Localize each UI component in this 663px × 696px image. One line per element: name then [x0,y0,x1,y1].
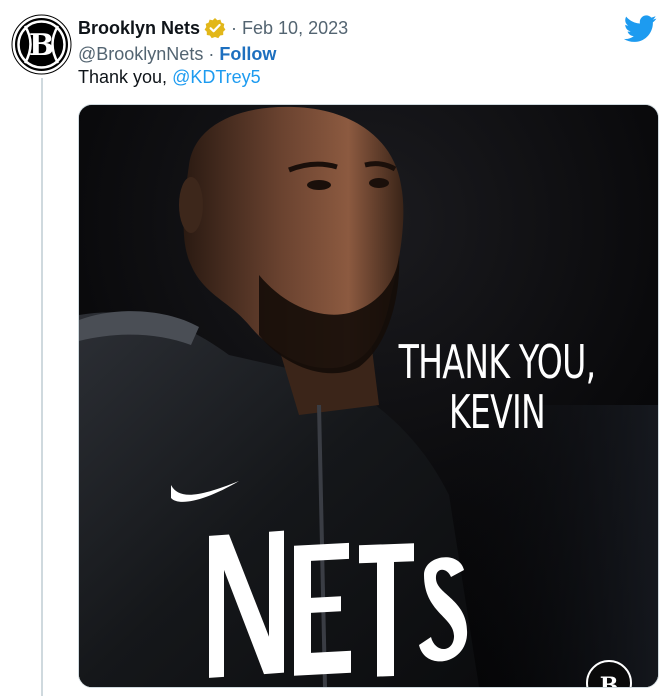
twitter-bird-icon[interactable] [623,14,657,44]
author-handle[interactable]: @BrooklynNets [78,44,203,65]
brooklyn-nets-logo: B [11,14,72,75]
tweet-date[interactable]: Feb 10, 2023 [242,18,348,39]
header-separator: · [231,17,238,38]
svg-text:B: B [600,673,619,687]
follow-button[interactable]: Follow [219,44,276,65]
tweet-header: Brooklyn Nets · Feb 10, 2023 [78,16,348,40]
author-name[interactable]: Brooklyn Nets [78,18,200,39]
verified-badge-icon [204,17,226,39]
avatar[interactable]: B [11,14,72,75]
overlay-caption: THANK YOU, KEVIN [389,337,605,437]
svg-text:B: B [29,28,54,63]
tweet-text: Thank you, @KDTrey5 [78,67,261,88]
tweet-text-body: Thank you, [78,67,173,87]
mention-link[interactable]: @KDTrey5 [172,67,261,87]
tweet-media-image[interactable]: B THANK YOU, KEVIN [78,104,659,688]
overlay-line-1: THANK YOU, [398,335,597,389]
overlay-line-2: KEVIN [448,385,546,439]
handle-row: @BrooklynNets · Follow [78,42,276,66]
thread-line [41,78,43,696]
handle-separator: · [208,43,215,64]
